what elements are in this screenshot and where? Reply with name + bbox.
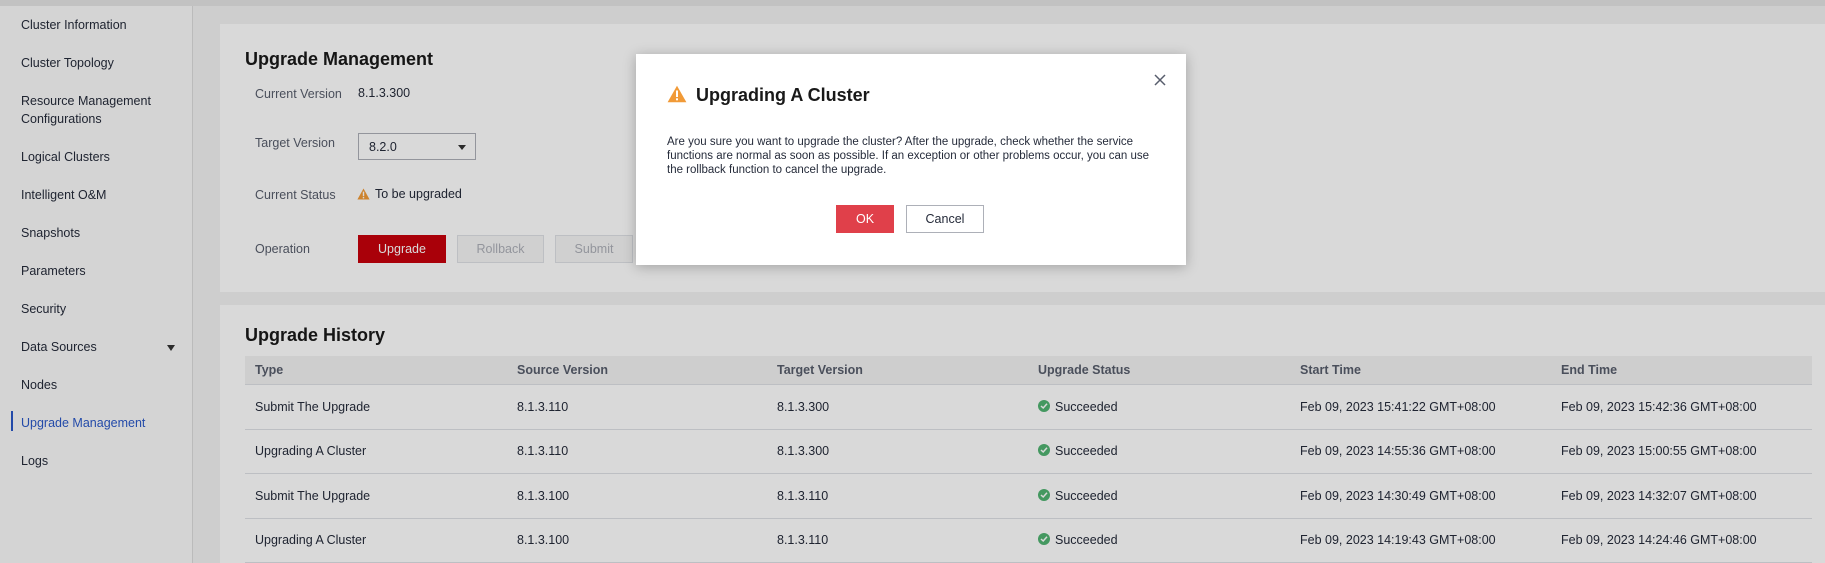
ok-button[interactable]: OK: [836, 205, 894, 233]
dialog-message: Are you sure you want to upgrade the clu…: [667, 136, 1149, 176]
cancel-button[interactable]: Cancel: [906, 205, 984, 233]
dialog-title: Upgrading A Cluster: [696, 85, 870, 105]
upgrade-confirm-dialog: Upgrading A Cluster Are you sure you wan…: [636, 54, 1186, 265]
warning-icon: [667, 85, 687, 108]
page: Cluster Information Cluster Topology Res…: [0, 0, 1825, 563]
close-icon[interactable]: [1152, 72, 1168, 88]
